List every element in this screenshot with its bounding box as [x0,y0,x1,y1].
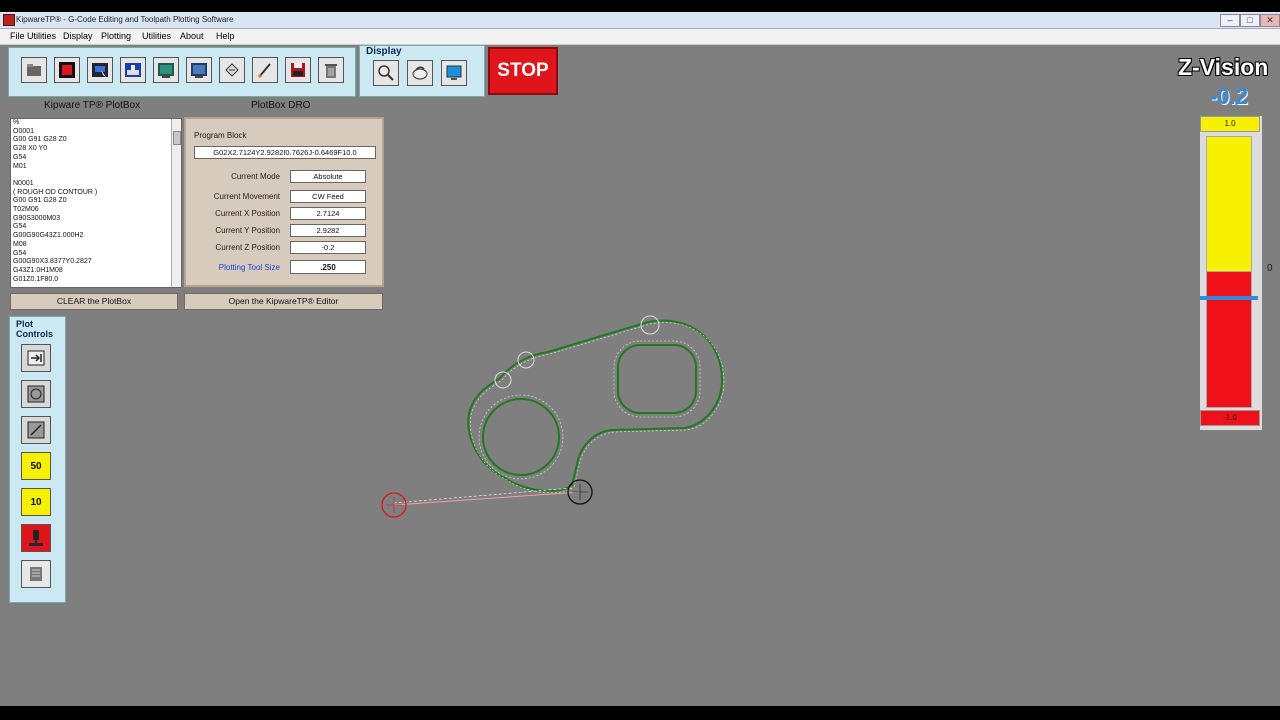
zvision-zero-label: 0 [1267,263,1273,274]
toolpath-plot[interactable] [0,0,1280,720]
zvision-title: Z-Vision [1178,54,1269,80]
zvision-yellow-bar [1206,136,1252,273]
zvision-red-bar [1206,271,1252,408]
zvision-value: -0.2 [1210,84,1248,109]
letterbox-bottom [0,706,1280,720]
zvision-top-label: 1.0 [1200,116,1260,132]
zvision-level-marker[interactable] [1200,296,1258,300]
toolpath-outline [381,315,725,518]
zvision-bottom-label: -1.0 [1200,410,1260,426]
zvision-gauge: 1.0 -1.0 [1200,116,1262,430]
